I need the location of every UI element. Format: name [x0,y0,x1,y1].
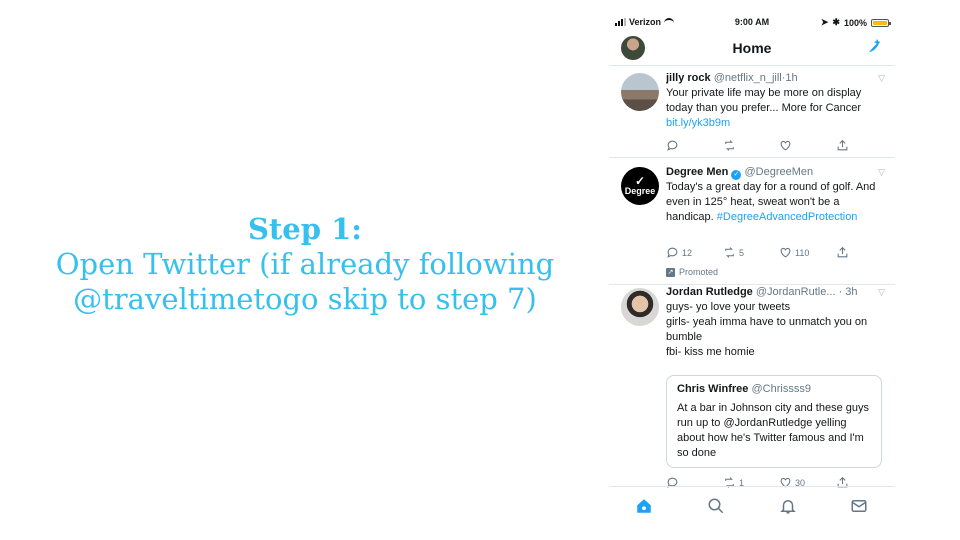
author-name[interactable]: jilly rock [666,72,711,84]
tweet-text: guys- yo love your tweets girls- yeah im… [666,301,868,358]
notifications-icon[interactable] [779,497,797,515]
tweet-content: Jordan Rutledge @JordanRutle... · 3h ▽ g… [666,285,885,360]
avatar[interactable] [621,73,659,111]
author-name[interactable]: Jordan Rutledge [666,286,753,298]
tweet-content: Degree Men ✓ @DegreeMen ▽ Today's a grea… [666,165,885,225]
search-icon[interactable] [707,497,725,515]
retweet-count: 5 [739,247,745,258]
promoted-icon: ↗ [666,267,675,277]
twitter-phone-screen: Verizon 9:00 AM ➤ ✱ 100% Home jilly rock… [609,10,895,530]
tweet-header: Degree Men ✓ @DegreeMen [666,165,885,180]
reply-button[interactable] [666,139,679,152]
nav-bar: Home [609,34,895,66]
tweet-link[interactable]: bit.ly/yk3b9m [666,116,885,131]
share-button[interactable] [836,246,849,259]
compose-tweet-icon[interactable] [863,38,883,58]
step-instruction-line-1: Open Twitter (if already following [55,246,555,281]
reply-button[interactable]: 12 [666,246,692,259]
avatar[interactable]: ✓ Degree [621,167,659,205]
chevron-down-icon[interactable]: ▽ [878,165,885,180]
tweet-card-promoted[interactable]: ✓ Degree Degree Men ✓ @DegreeMen ▽ Today… [609,159,895,285]
tweet-actions: 12 5 110 [666,246,866,260]
step-title: Step 1: [247,212,363,246]
step-caption: Step 1: Open Twitter (if already followi… [40,212,570,316]
checkmark-logo-icon: ✓ [634,174,646,188]
like-button[interactable]: 110 [779,246,809,259]
tweet-time: 1h [785,72,798,84]
battery-icon [871,18,891,27]
separator: · [835,286,846,298]
share-icon [837,139,848,151]
like-icon [780,140,791,151]
location-icon: ➤ [820,17,829,27]
author-handle: @JordanRutle... [755,286,836,298]
status-right: ➤ ✱ 100% [820,17,891,28]
page-title: Home [732,40,772,56]
share-button[interactable] [836,139,849,152]
quoted-tweet[interactable]: Chris Winfree @Chrissss9 At a bar in Joh… [666,375,882,468]
promoted-text: Promoted [679,267,719,277]
quoted-author-name: Chris Winfree [677,383,749,395]
author-name[interactable]: Degree Men [666,166,728,178]
reply-icon [667,247,678,258]
author-handle: @netflix_n_jill [713,72,782,84]
status-bar: Verizon 9:00 AM ➤ ✱ 100% [609,16,895,30]
reply-icon [667,140,678,151]
tweet-card[interactable]: Jordan Rutledge @JordanRutle... · 3h ▽ g… [609,285,895,488]
tweet-header: jilly rock @netflix_n_jill·1h [666,71,885,86]
like-count: 110 [795,247,810,258]
retweet-icon [725,140,734,151]
avatar-logo-text: Degree [624,186,656,196]
battery-percent: 100% [843,17,867,28]
reply-count: 12 [682,247,693,258]
chevron-down-icon[interactable]: ▽ [878,71,885,86]
bluetooth-icon: ✱ [832,17,840,27]
tweet-card[interactable]: jilly rock @netflix_n_jill·1h ▽ Your pri… [609,67,895,158]
battery-fill [873,20,887,25]
tweet-content: jilly rock @netflix_n_jill·1h ▽ Your pri… [666,71,885,131]
share-icon [837,246,848,258]
verified-icon: ✓ [731,170,742,180]
quoted-author-handle: @Chrissss9 [751,383,811,395]
hashtag-link[interactable]: #DegreeAdvancedProtection [717,211,858,223]
tweet-header: Jordan Rutledge @JordanRutle... · 3h [666,285,885,300]
messages-icon[interactable] [850,497,868,515]
step-instruction-line-2: @traveltimetogo skip to step 7) [73,281,537,316]
author-handle: @DegreeMen [744,166,814,178]
retweet-button[interactable]: 5 [723,246,744,259]
retweet-button[interactable] [723,139,736,152]
tweet-time: 3h [845,286,858,298]
quoted-tweet-text: At a bar in Johnson city and these guys … [677,402,870,459]
chevron-down-icon[interactable]: ▽ [878,285,885,300]
tweet-text: Today's a great day for a round of golf.… [666,180,885,225]
like-icon [780,247,791,258]
quoted-tweet-header: Chris Winfree @Chrissss9 [677,382,871,397]
promoted-label: ↗ Promoted [666,267,718,277]
home-icon[interactable] [635,497,653,515]
tweet-actions [666,139,866,153]
tweet-text: Your private life may be more on display… [666,87,862,114]
tab-bar [609,486,895,530]
retweet-icon [725,247,734,258]
avatar[interactable] [621,288,659,326]
like-button[interactable] [779,139,792,152]
